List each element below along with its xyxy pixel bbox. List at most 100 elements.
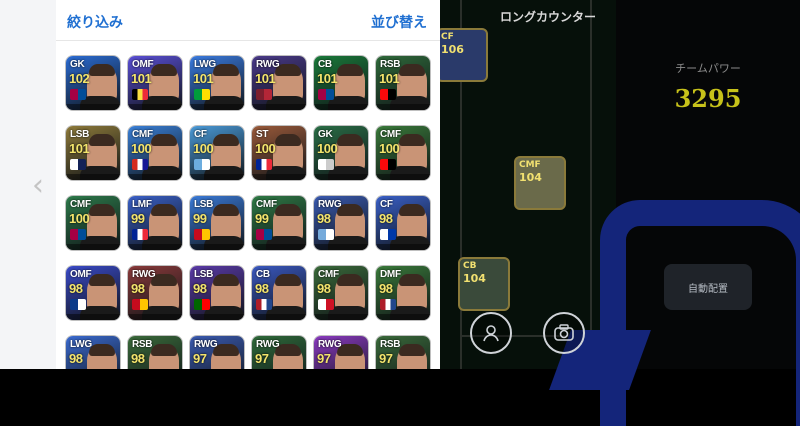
player-hair xyxy=(399,64,425,76)
card-position: CMF xyxy=(318,269,339,280)
card-rating: 100 xyxy=(69,211,90,226)
chevron-left-icon[interactable]: ‹ xyxy=(32,168,44,203)
player-card[interactable]: RWG 98 xyxy=(314,196,368,250)
player-hair xyxy=(399,134,425,146)
card-status-bar xyxy=(66,104,120,110)
player-card[interactable]: CMF 100 xyxy=(128,126,182,180)
player-hair xyxy=(151,344,177,356)
card-rating: 102 xyxy=(69,71,90,86)
sort-button[interactable]: 並び替え xyxy=(371,12,427,32)
card-status-bar xyxy=(314,174,368,180)
player-hair xyxy=(151,204,177,216)
player-card[interactable]: RWG 97 xyxy=(252,336,306,369)
card-rating: 98 xyxy=(69,281,83,296)
player-card[interactable]: RWG 97 xyxy=(190,336,244,369)
nation-flag-icon xyxy=(132,229,148,240)
player-card[interactable]: RSB 97 xyxy=(376,336,430,369)
player-card[interactable]: CMF 100 xyxy=(376,126,430,180)
card-rating: 99 xyxy=(131,211,145,226)
card-status-bar xyxy=(314,314,368,320)
player-card[interactable]: RWG 97 xyxy=(314,336,368,369)
card-position: CMF xyxy=(132,129,153,140)
card-status-bar xyxy=(314,244,368,250)
player-card[interactable]: RSB 98 xyxy=(128,336,182,369)
card-position: RWG xyxy=(256,59,280,70)
player-hair xyxy=(337,274,363,286)
player-card[interactable]: LMF 99 xyxy=(128,196,182,250)
card-rating: 97 xyxy=(255,351,269,366)
player-card[interactable]: ST 100 xyxy=(252,126,306,180)
player-card[interactable]: LSB 98 xyxy=(190,266,244,320)
card-rating: 98 xyxy=(193,281,207,296)
card-rating: 101 xyxy=(379,71,400,86)
auto-place-button[interactable]: 自動配置 xyxy=(664,264,752,310)
player-card[interactable]: LSB 99 xyxy=(190,196,244,250)
nation-flag-icon xyxy=(380,89,396,100)
player-card[interactable]: RWG 98 xyxy=(128,266,182,320)
card-rating: 101 xyxy=(255,71,276,86)
player-card[interactable]: LSB 101 xyxy=(66,126,120,180)
player-card[interactable]: LWG 98 xyxy=(66,336,120,369)
player-card[interactable]: OMF 101 xyxy=(128,56,182,110)
nation-flag-icon xyxy=(380,299,396,310)
card-status-bar xyxy=(190,104,244,110)
card-status-bar xyxy=(128,244,182,250)
card-status-bar xyxy=(376,174,430,180)
card-rating: 101 xyxy=(317,71,338,86)
pitch-card-position: CB xyxy=(463,261,477,271)
player-hair xyxy=(89,344,115,356)
player-card[interactable]: CMF 98 xyxy=(314,266,368,320)
player-card[interactable]: CMF 100 xyxy=(66,196,120,250)
card-position: RWG xyxy=(194,339,218,350)
filter-button[interactable]: 絞り込み xyxy=(67,12,123,32)
player-card[interactable]: CB 101 xyxy=(314,56,368,110)
player-card[interactable]: CB 98 xyxy=(252,266,306,320)
player-card[interactable]: CMF 99 xyxy=(252,196,306,250)
player-card[interactable]: LWG 101 xyxy=(190,56,244,110)
card-position: CMF xyxy=(380,129,401,140)
pitch-player-card[interactable]: CF 106 xyxy=(436,28,488,82)
card-status-bar xyxy=(128,104,182,110)
card-position: CMF xyxy=(70,199,91,210)
card-status-bar xyxy=(252,244,306,250)
card-rating: 98 xyxy=(379,211,393,226)
card-position: LWG xyxy=(194,59,216,70)
player-view-button[interactable] xyxy=(470,312,512,354)
card-status-bar xyxy=(190,174,244,180)
pitch-card-position: CMF xyxy=(519,160,541,170)
player-card[interactable]: OMF 98 xyxy=(66,266,120,320)
pitch-player-card[interactable]: CMF 104 xyxy=(514,156,566,210)
nation-flag-icon xyxy=(70,229,86,240)
player-card[interactable]: CF 98 xyxy=(376,196,430,250)
team-power-label: チームパワー xyxy=(675,62,741,75)
screenshot-button[interactable] xyxy=(543,312,585,354)
card-rating: 98 xyxy=(317,211,331,226)
pitch-card-rating: 106 xyxy=(441,43,464,56)
team-power-value: 3295 xyxy=(674,84,742,113)
pitch-line xyxy=(590,0,592,369)
card-rating: 101 xyxy=(193,71,214,86)
card-position: RWG xyxy=(132,269,156,280)
card-position: LWG xyxy=(70,339,92,350)
card-status-bar xyxy=(376,244,430,250)
card-position: RSB xyxy=(380,339,401,350)
player-card[interactable]: GK 102 xyxy=(66,56,120,110)
card-status-bar xyxy=(252,314,306,320)
nation-flag-icon xyxy=(380,159,396,170)
player-card[interactable]: GK 100 xyxy=(314,126,368,180)
player-card[interactable]: DMF 98 xyxy=(376,266,430,320)
pitch-card-position: CF xyxy=(441,32,454,42)
person-icon xyxy=(483,325,499,342)
player-card[interactable]: RWG 101 xyxy=(252,56,306,110)
card-position: CF xyxy=(194,129,207,140)
nation-flag-icon xyxy=(318,159,334,170)
card-status-bar xyxy=(66,244,120,250)
brand-shape xyxy=(600,200,800,426)
card-position: ST xyxy=(256,129,269,140)
pitch-player-card[interactable]: CB 104 xyxy=(458,257,510,311)
card-position: GK xyxy=(70,59,85,70)
nation-flag-icon xyxy=(70,159,86,170)
player-card[interactable]: CF 100 xyxy=(190,126,244,180)
player-hair xyxy=(399,274,425,286)
player-card[interactable]: RSB 101 xyxy=(376,56,430,110)
